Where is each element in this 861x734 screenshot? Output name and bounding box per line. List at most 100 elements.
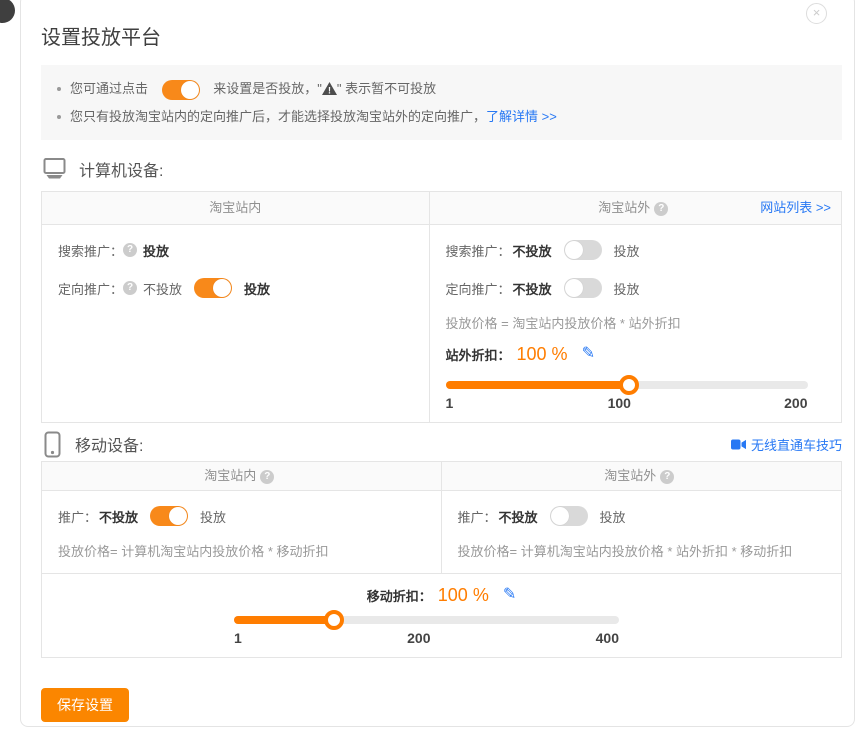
tick-max: 400 <box>596 630 619 646</box>
pc-onsite-header: 淘宝站内 <box>42 192 430 224</box>
pc-offsite-search-toggle[interactable] <box>564 240 602 260</box>
bullet-dot <box>57 115 61 119</box>
toggle-knob <box>565 279 583 297</box>
mobile-section-header: 移动设备: 无线直通车技巧 <box>41 431 842 457</box>
mobile-onsite-cell: 推广： 不投放 投放 投放价格= 计算机淘宝站内投放价格 * 移动折扣 <box>42 491 442 573</box>
note-text: 您只有投放淘宝站内的定向推广后，才能选择投放淘宝站外的定向推广， <box>70 109 486 124</box>
note-text: " 表示暂不可投放 <box>337 81 436 96</box>
toggle-off-label: 不投放 <box>513 279 552 298</box>
mobile-discount-slider[interactable]: 1 200 400 <box>234 616 619 648</box>
note-line-1: 您可通过点击 来设置是否投放，"!" 表示暂不可投放 <box>55 76 828 101</box>
pc-table-header: 淘宝站内 淘宝站外? 网站列表 >> <box>42 192 841 225</box>
search-promo-label: 搜索推广： <box>58 241 123 260</box>
example-toggle[interactable] <box>162 80 200 100</box>
help-icon[interactable]: ? <box>260 470 274 484</box>
target-promo-label: 定向推广： <box>58 279 123 298</box>
toggle-on-label: 投放 <box>614 241 640 260</box>
pc-section-title: 计算机设备: <box>79 157 163 181</box>
help-icon[interactable]: ? <box>123 243 137 257</box>
toggle-on-label: 投放 <box>200 507 226 526</box>
site-list-link[interactable]: 网站列表 >> <box>760 192 831 224</box>
pc-onsite-cell: 搜索推广：? 投放 定向推广：? 不投放 投放 <box>42 225 430 422</box>
pc-onsite-target-row: 定向推广：? 不投放 投放 <box>58 275 429 301</box>
slider-track[interactable] <box>446 381 808 389</box>
wireless-tips-link[interactable]: 无线直通车技巧 <box>731 435 842 454</box>
pc-table-body: 搜索推广：? 投放 定向推广：? 不投放 投放 搜索推广： 不投放 投放 <box>42 225 841 422</box>
pc-onsite-header-label: 淘宝站内 <box>209 200 261 215</box>
pc-offsite-header: 淘宝站外? 网站列表 >> <box>430 192 842 224</box>
slider-handle[interactable] <box>324 610 344 630</box>
toggle-knob <box>551 507 569 525</box>
mobile-offsite-toggle[interactable] <box>550 506 588 526</box>
edit-pencil-icon[interactable]: ✎ <box>582 346 595 362</box>
help-icon[interactable]: ? <box>123 281 137 295</box>
offsite-price-formula: 投放价格 = 淘宝站内投放价格 * 站外折扣 <box>446 315 826 333</box>
mobile-section-title: 移动设备: <box>75 432 143 456</box>
promo-label: 推广： <box>58 507 97 526</box>
target-promo-label: 定向推广： <box>446 279 511 298</box>
mobile-offsite-price-formula: 投放价格= 计算机淘宝站内投放价格 * 站外折扣 * 移动折扣 <box>458 543 826 561</box>
mobile-offsite-header-label: 淘宝站外 <box>604 468 656 483</box>
slider-handle[interactable] <box>619 375 639 395</box>
pc-onsite-target-toggle[interactable] <box>194 278 232 298</box>
save-settings-button[interactable]: 保存设置 <box>41 688 129 722</box>
pc-onsite-search-row: 搜索推广：? 投放 <box>58 237 429 263</box>
warning-icon: ! <box>322 82 337 95</box>
toggle-off-label: 不投放 <box>99 507 138 526</box>
help-icon[interactable]: ? <box>654 202 668 216</box>
mobile-discount-row: 移动折扣： 100 % ✎ <box>42 582 841 608</box>
slider-ticks: 1 200 400 <box>234 630 619 648</box>
search-promo-value: 投放 <box>143 241 169 260</box>
offsite-discount-value: 100 % <box>517 344 568 365</box>
toggle-on-label: 投放 <box>600 507 626 526</box>
mobile-table-header: 淘宝站内? 淘宝站外? <box>42 462 841 491</box>
pc-offsite-cell: 搜索推广： 不投放 投放 定向推广： 不投放 投放 投放价格 = 淘宝站内投放价… <box>430 225 842 422</box>
promo-label: 推广： <box>458 507 497 526</box>
mobile-offsite-promo-row: 推广： 不投放 投放 <box>458 503 842 529</box>
tick-min: 1 <box>446 395 454 411</box>
mobile-discount-value: 100 % <box>438 585 489 606</box>
mobile-onsite-toggle[interactable] <box>150 506 188 526</box>
mobile-discount-area: 移动折扣： 100 % ✎ 1 200 400 <box>42 574 841 657</box>
svg-text:!: ! <box>328 86 331 96</box>
offsite-discount-slider[interactable]: 1 100 200 <box>446 381 808 413</box>
learn-more-link[interactable]: 了解详情 >> <box>486 109 557 124</box>
mobile-offsite-header: 淘宝站外? <box>442 462 842 490</box>
help-icon[interactable]: ? <box>660 470 674 484</box>
slider-fill <box>446 381 630 389</box>
offsite-discount-label: 站外折扣： <box>446 345 511 364</box>
pc-offsite-target-row: 定向推广： 不投放 投放 <box>446 275 842 301</box>
mobile-discount-label: 移动折扣： <box>367 586 432 605</box>
slider-track[interactable] <box>234 616 619 624</box>
notes-box: 您可通过点击 来设置是否投放，"!" 表示暂不可投放 您只有投放淘宝站内的定向推… <box>41 65 842 140</box>
pc-table: 淘宝站内 淘宝站外? 网站列表 >> 搜索推广：? 投放 定向推广：? 不投放 … <box>41 191 842 423</box>
slider-ticks: 1 100 200 <box>446 395 808 413</box>
mobile-onsite-promo-row: 推广： 不投放 投放 <box>58 503 441 529</box>
tick-mid: 100 <box>608 395 631 411</box>
toggle-off-label: 不投放 <box>143 279 182 298</box>
mobile-table-body: 推广： 不投放 投放 投放价格= 计算机淘宝站内投放价格 * 移动折扣 推广： … <box>42 491 841 574</box>
pc-offsite-header-label: 淘宝站外 <box>598 200 650 215</box>
toggle-off-label: 不投放 <box>513 241 552 260</box>
tick-max: 200 <box>784 395 807 411</box>
mobile-onsite-header: 淘宝站内? <box>42 462 442 490</box>
search-promo-label: 搜索推广： <box>446 241 511 260</box>
toggle-knob <box>213 279 231 297</box>
toggle-knob <box>169 507 187 525</box>
background-bubble-icon <box>0 0 15 23</box>
pc-offsite-search-row: 搜索推广： 不投放 投放 <box>446 237 842 263</box>
note-line-2: 您只有投放淘宝站内的定向推广后，才能选择投放淘宝站外的定向推广，了解详情 >> <box>55 104 828 129</box>
computer-icon <box>41 157 68 181</box>
wireless-tips-label: 无线直通车技巧 <box>751 435 842 454</box>
mobile-table: 淘宝站内? 淘宝站外? 推广： 不投放 投放 投放价格= 计算机淘宝站内投放价格… <box>41 461 842 658</box>
pc-offsite-target-toggle[interactable] <box>564 278 602 298</box>
toggle-on-label: 投放 <box>614 279 640 298</box>
toggle-knob <box>181 81 199 99</box>
bullet-dot <box>57 87 61 91</box>
edit-pencil-icon[interactable]: ✎ <box>503 587 516 603</box>
mobile-offsite-cell: 推广： 不投放 投放 投放价格= 计算机淘宝站内投放价格 * 站外折扣 * 移动… <box>442 491 842 573</box>
close-icon[interactable]: × <box>806 3 827 24</box>
placement-settings-dialog: × 设置投放平台 您可通过点击 来设置是否投放，"!" 表示暂不可投放 您只有投… <box>20 0 855 727</box>
toggle-on-label: 投放 <box>244 279 270 298</box>
note-text: 来设置是否投放，" <box>213 81 322 96</box>
